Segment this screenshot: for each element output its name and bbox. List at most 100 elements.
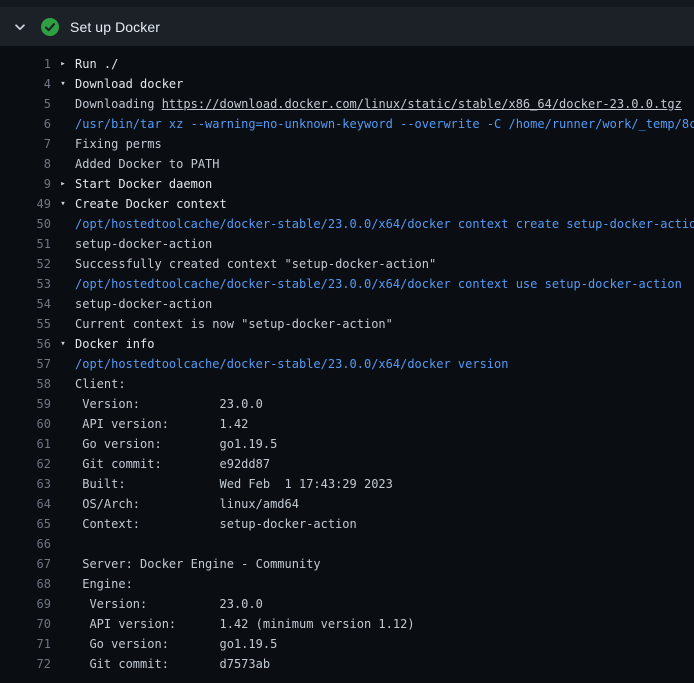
log-line-row: 52 Successfully created context "setup-do… xyxy=(0,254,694,274)
line-number[interactable]: 57 xyxy=(0,354,51,374)
line-number[interactable]: 4 xyxy=(0,74,51,94)
no-icon xyxy=(51,534,75,554)
no-icon xyxy=(51,134,75,154)
log-plain-text: Added Docker to PATH xyxy=(75,157,220,171)
log-plain-text: Git commit: d7573ab xyxy=(75,657,270,671)
line-number[interactable]: 7 xyxy=(0,134,51,154)
no-icon xyxy=(51,454,75,474)
log-text: API version: 1.42 (minimum version 1.12) xyxy=(75,614,415,634)
log-line-row: 5Downloading https://download.docker.com… xyxy=(0,94,694,114)
log-text: /opt/hostedtoolcache/docker-stable/23.0.… xyxy=(75,274,682,294)
no-icon xyxy=(51,254,75,274)
no-icon xyxy=(51,574,75,594)
log-plain-text: setup-docker-action xyxy=(75,237,212,251)
line-number[interactable]: 5 xyxy=(0,94,51,114)
log-text: Create Docker context xyxy=(75,194,227,214)
no-icon xyxy=(51,214,75,234)
no-icon xyxy=(51,354,75,374)
line-number[interactable]: 51 xyxy=(0,234,51,254)
line-number[interactable]: 6 xyxy=(0,114,51,134)
line-number[interactable]: 70 xyxy=(0,614,51,634)
line-number[interactable]: 68 xyxy=(0,574,51,594)
line-number[interactable]: 69 xyxy=(0,594,51,614)
log-plain-text: Version: 23.0.0 xyxy=(75,397,263,411)
line-number[interactable]: 58 xyxy=(0,374,51,394)
log-line-row: 71 Go version: go1.19.5 xyxy=(0,634,694,654)
log-group-header-row[interactable]: 49▾Create Docker context xyxy=(0,194,694,214)
line-number[interactable]: 59 xyxy=(0,394,51,414)
log-text: setup-docker-action xyxy=(75,294,212,314)
line-number[interactable]: 61 xyxy=(0,434,51,454)
log-group-header-row[interactable]: 1▸Run ./ xyxy=(0,54,694,74)
no-icon xyxy=(51,234,75,254)
line-number[interactable]: 9 xyxy=(0,174,51,194)
log-text: Run ./ xyxy=(75,54,118,74)
line-number[interactable]: 8 xyxy=(0,154,51,174)
line-number[interactable]: 53 xyxy=(0,274,51,294)
log-text: Successfully created context "setup-dock… xyxy=(75,254,436,274)
log-group-title: Docker info xyxy=(75,337,154,351)
log-plain-text: Context: setup-docker-action xyxy=(75,517,357,531)
log-text: Current context is now "setup-docker-act… xyxy=(75,314,393,334)
log-text: Client: xyxy=(75,374,126,394)
log-line-row: 63 Built: Wed Feb 1 17:43:29 2023 xyxy=(0,474,694,494)
log-line-row: 53/opt/hostedtoolcache/docker-stable/23.… xyxy=(0,274,694,294)
line-number[interactable]: 63 xyxy=(0,474,51,494)
log-group-title: Start Docker daemon xyxy=(75,177,212,191)
chevron-down-icon[interactable] xyxy=(12,19,28,35)
log-line-row: 59 Version: 23.0.0 xyxy=(0,394,694,414)
line-number[interactable]: 62 xyxy=(0,454,51,474)
line-number[interactable]: 54 xyxy=(0,294,51,314)
line-number[interactable]: 71 xyxy=(0,634,51,654)
log-plain-text: setup-docker-action xyxy=(75,297,212,311)
line-number[interactable]: 64 xyxy=(0,494,51,514)
log-text: /opt/hostedtoolcache/docker-stable/23.0.… xyxy=(75,214,694,234)
log-plain-text: Go version: go1.19.5 xyxy=(75,437,277,451)
no-icon xyxy=(51,654,75,674)
line-number[interactable]: 67 xyxy=(0,554,51,574)
log-plain-text: Go version: go1.19.5 xyxy=(75,637,277,651)
no-icon xyxy=(51,94,75,114)
log-plain-text: Built: Wed Feb 1 17:43:29 2023 xyxy=(75,477,393,491)
line-number[interactable]: 50 xyxy=(0,214,51,234)
line-number[interactable]: 49 xyxy=(0,194,51,214)
no-icon xyxy=(51,594,75,614)
no-icon xyxy=(51,274,75,294)
log-group-header-row[interactable]: 56▾Docker info xyxy=(0,334,694,354)
log-line-row: 68 Engine: xyxy=(0,574,694,594)
log-text: Download docker xyxy=(75,74,183,94)
log-plain-text: Client: xyxy=(75,377,126,391)
log-plain-text: API version: 1.42 xyxy=(75,417,248,431)
line-number[interactable]: 56 xyxy=(0,334,51,354)
line-number[interactable]: 52 xyxy=(0,254,51,274)
log-group-header-row[interactable]: 9▸Start Docker daemon xyxy=(0,174,694,194)
log-group-header-row[interactable]: 4▾Download docker xyxy=(0,74,694,94)
line-number[interactable]: 65 xyxy=(0,514,51,534)
no-icon xyxy=(51,294,75,314)
log-text: /usr/bin/tar xz --warning=no-unknown-key… xyxy=(75,114,694,134)
step-title: Set up Docker xyxy=(70,19,160,35)
top-strip xyxy=(0,0,694,7)
log-line-row: 57/opt/hostedtoolcache/docker-stable/23.… xyxy=(0,354,694,374)
log-command-text: /opt/hostedtoolcache/docker-stable/23.0.… xyxy=(75,357,508,371)
line-number[interactable]: 66 xyxy=(0,534,51,554)
log-line-row: 66 xyxy=(0,534,694,554)
no-icon xyxy=(51,554,75,574)
line-number[interactable]: 72 xyxy=(0,654,51,674)
log-text: Engine: xyxy=(75,574,133,594)
no-icon xyxy=(51,514,75,534)
line-number[interactable]: 55 xyxy=(0,314,51,334)
line-number[interactable]: 60 xyxy=(0,414,51,434)
no-icon xyxy=(51,154,75,174)
log-group-title: Download docker xyxy=(75,77,183,91)
log-line-row: 8 Added Docker to PATH xyxy=(0,154,694,174)
step-header[interactable]: Set up Docker xyxy=(0,7,694,46)
line-number[interactable]: 1 xyxy=(0,54,51,74)
log-text: Added Docker to PATH xyxy=(75,154,220,174)
log-group-title: Create Docker context xyxy=(75,197,227,211)
no-icon xyxy=(51,614,75,634)
no-icon xyxy=(51,114,75,134)
log-text: Git commit: e92dd87 xyxy=(75,454,270,474)
log-link[interactable]: https://download.docker.com/linux/static… xyxy=(162,97,682,111)
no-icon xyxy=(51,494,75,514)
